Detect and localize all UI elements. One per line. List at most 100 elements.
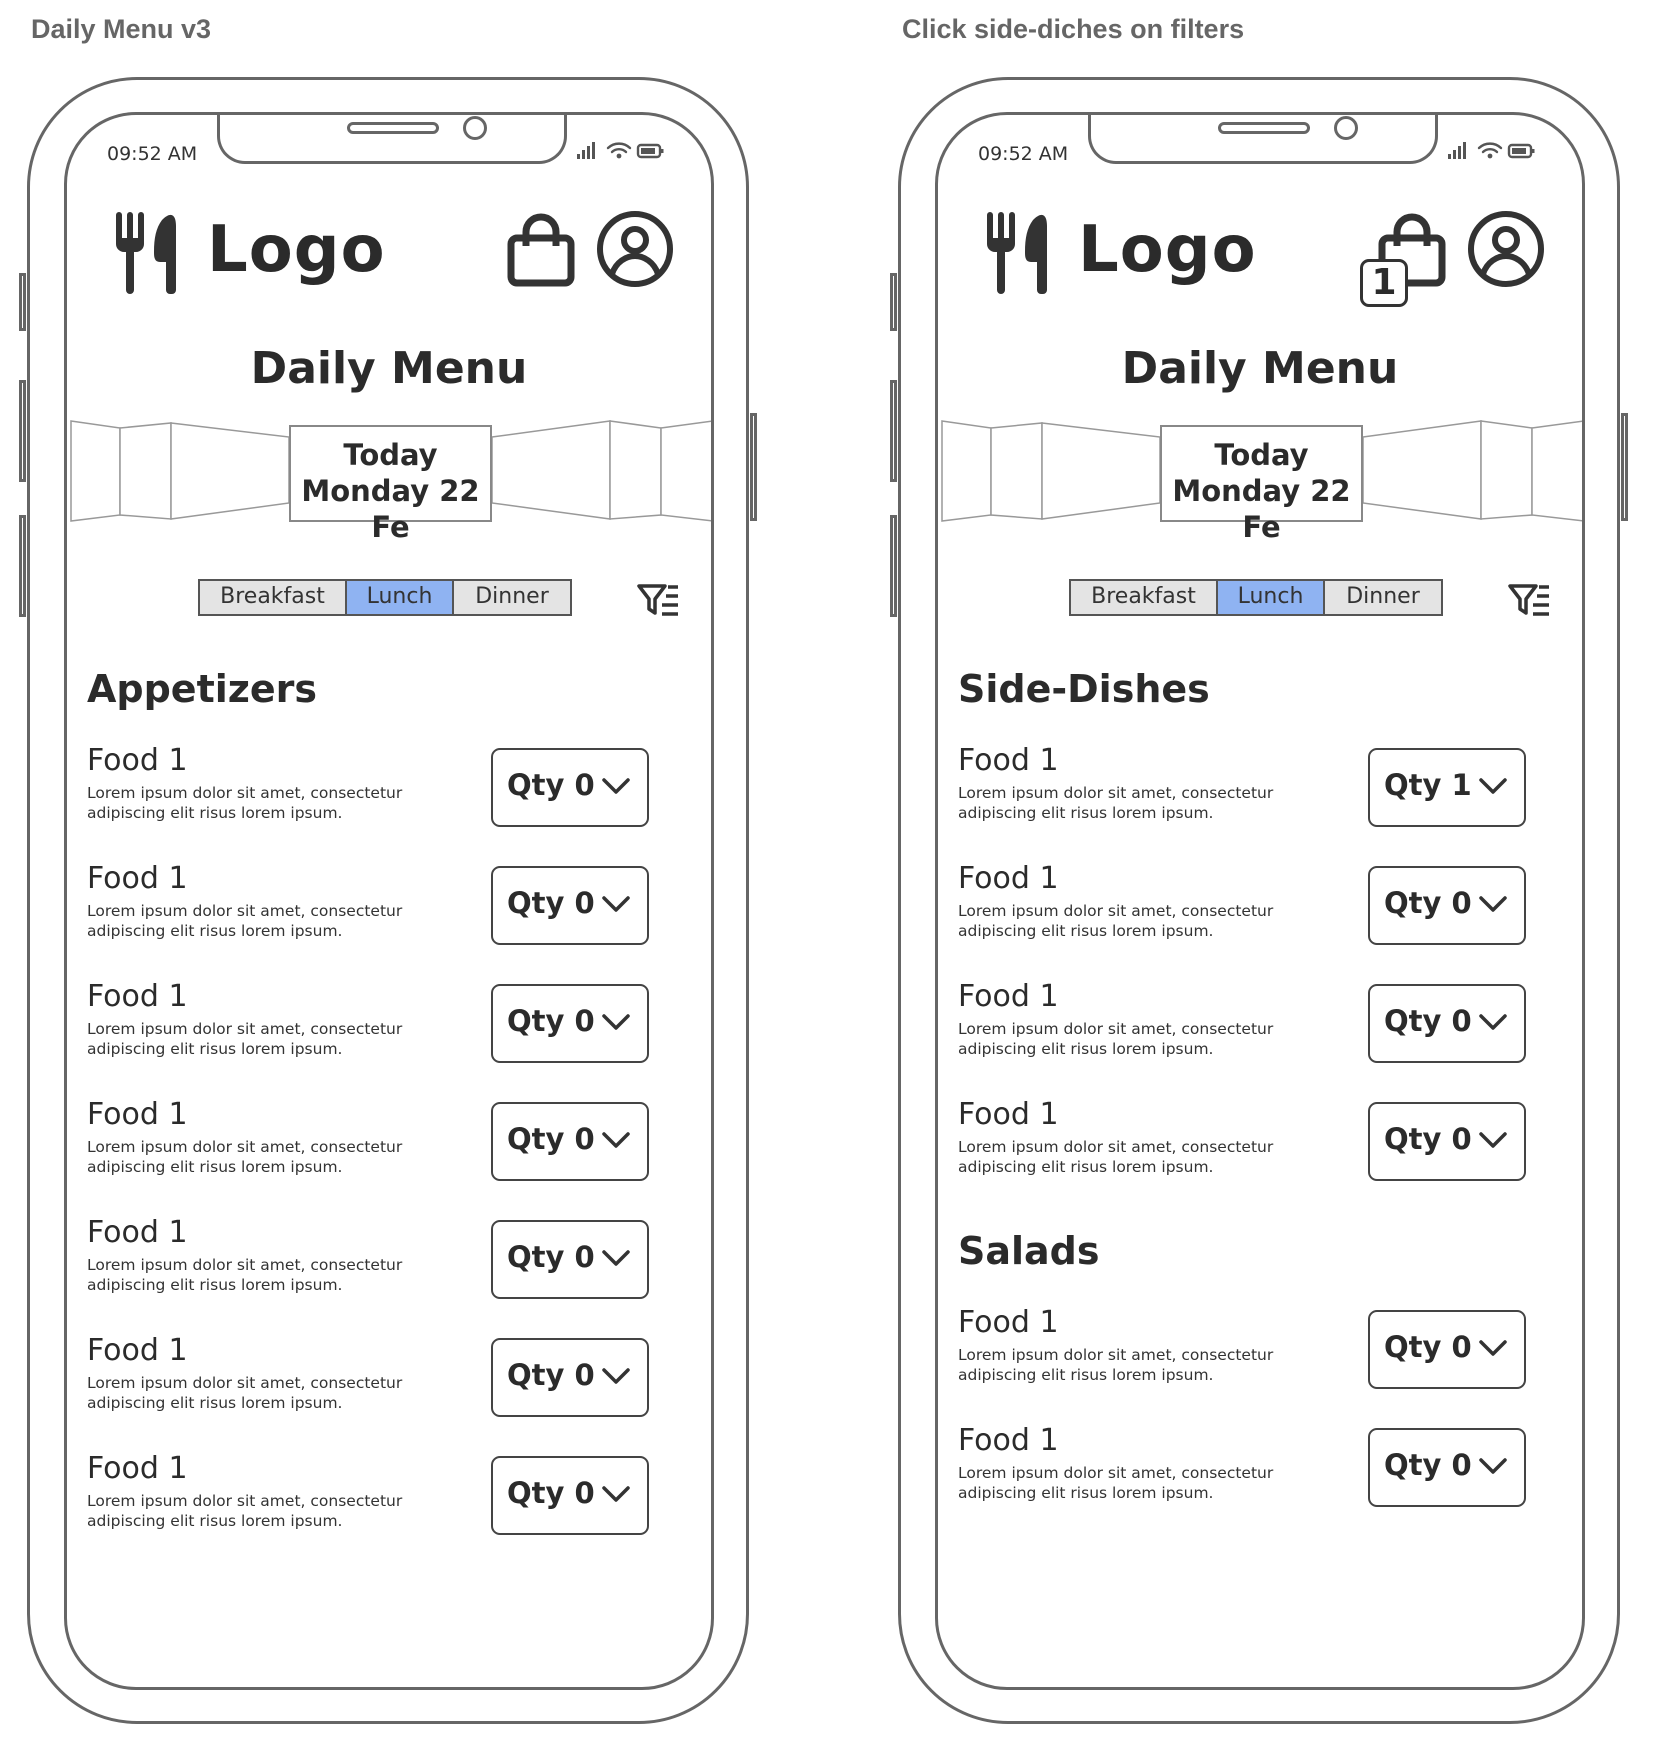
qty-value: Qty 1 [1384, 768, 1472, 802]
speaker-grille [1218, 122, 1310, 134]
meal-segmented-control: Breakfast Lunch Dinner [1069, 579, 1443, 616]
list-item: Food 1 Lorem ipsum dolor sit amet, consec… [87, 979, 677, 1071]
qty-value: Qty 0 [507, 1240, 595, 1274]
qty-value: Qty 0 [507, 1476, 595, 1510]
qty-dropdown[interactable]: Qty 1 [1368, 748, 1526, 827]
date-card-selected[interactable]: Today Monday 22 Fe [1160, 425, 1363, 544]
qty-dropdown[interactable]: Qty 0 [491, 1102, 649, 1181]
food-name: Food 1 [87, 743, 188, 778]
chevron-down-icon [601, 1366, 631, 1390]
logo[interactable]: Logo [1078, 213, 1257, 287]
chevron-down-icon [601, 776, 631, 800]
food-name: Food 1 [958, 861, 1059, 896]
qty-dropdown[interactable]: Qty 0 [491, 1456, 649, 1535]
qty-value: Qty 0 [507, 1004, 595, 1038]
date-value: Monday 22 Fe [301, 474, 480, 544]
filter-icon[interactable] [1507, 582, 1551, 622]
mute-switch [19, 273, 26, 331]
volume-down-button [19, 515, 26, 617]
qty-dropdown[interactable]: Qty 0 [491, 984, 649, 1063]
notch [1088, 115, 1438, 164]
date-card-selected[interactable]: Today Monday 22 Fe [289, 425, 492, 544]
food-name: Food 1 [87, 1333, 188, 1368]
qty-value: Qty 0 [1384, 886, 1472, 920]
food-description: Lorem ipsum dolor sit amet, consectetur … [87, 784, 403, 822]
food-name: Food 1 [87, 1215, 188, 1250]
user-icon[interactable] [596, 210, 674, 292]
date-value: Monday 22 Fe [1172, 474, 1351, 544]
qty-value: Qty 0 [507, 1358, 595, 1392]
qty-dropdown[interactable]: Qty 0 [491, 748, 649, 827]
qty-dropdown[interactable]: Qty 0 [491, 1220, 649, 1299]
food-description: Lorem ipsum dolor sit amet, consectetur … [958, 902, 1274, 940]
page-title: Daily Menu [1121, 343, 1399, 394]
filter-icon[interactable] [636, 582, 680, 622]
food-name: Food 1 [87, 861, 188, 896]
date-label: Today [343, 438, 438, 472]
qty-value: Qty 0 [1384, 1448, 1472, 1482]
status-icons [575, 139, 667, 165]
tab-dinner[interactable]: Dinner [1325, 581, 1441, 614]
qty-dropdown[interactable]: Qty 0 [1368, 1310, 1526, 1389]
food-name: Food 1 [958, 1423, 1059, 1458]
food-description: Lorem ipsum dolor sit amet, consectetur … [958, 1464, 1274, 1502]
qty-dropdown[interactable]: Qty 0 [491, 1338, 649, 1417]
qty-dropdown[interactable]: Qty 0 [1368, 866, 1526, 945]
tab-lunch[interactable]: Lunch [347, 581, 454, 614]
camera-icon [1334, 116, 1358, 140]
chevron-down-icon [601, 1484, 631, 1508]
phone-frame: 09:52 AM Logo 1 Daily Menu Today Monday 22 Fe… [890, 77, 1628, 1724]
cart-count-badge: 1 [1360, 259, 1408, 307]
chevron-down-icon [1478, 894, 1508, 918]
qty-value: Qty 0 [507, 768, 595, 802]
qty-value: Qty 0 [507, 886, 595, 920]
volume-up-button [890, 380, 897, 482]
list-item: Food 1 Lorem ipsum dolor sit amet, consec… [87, 1451, 677, 1543]
qty-dropdown[interactable]: Qty 0 [1368, 1102, 1526, 1181]
tab-dinner[interactable]: Dinner [454, 581, 570, 614]
tab-lunch[interactable]: Lunch [1218, 581, 1325, 614]
chevron-down-icon [1478, 1338, 1508, 1362]
logo[interactable]: Logo [207, 213, 386, 287]
status-icons [1446, 139, 1538, 165]
board-title: Daily Menu v3 [31, 14, 212, 44]
tab-breakfast[interactable]: Breakfast [1071, 581, 1218, 614]
chevron-down-icon [601, 1130, 631, 1154]
qty-value: Qty 0 [1384, 1122, 1472, 1156]
list-item: Food 1 Lorem ipsum dolor sit amet, consec… [87, 1333, 677, 1425]
qty-dropdown[interactable]: Qty 0 [1368, 984, 1526, 1063]
power-button [1621, 413, 1628, 521]
food-description: Lorem ipsum dolor sit amet, consectetur … [958, 1138, 1274, 1176]
notch [217, 115, 567, 164]
section-title: Appetizers [87, 667, 318, 711]
chevron-down-icon [1478, 776, 1508, 800]
list-item: Food 1 Lorem ipsum dolor sit amet, consec… [958, 1423, 1548, 1515]
food-description: Lorem ipsum dolor sit amet, consectetur … [87, 1020, 403, 1058]
signal-wifi-battery-icon [575, 142, 667, 165]
food-name: Food 1 [87, 1451, 188, 1486]
list-item: Food 1 Lorem ipsum dolor sit amet, consec… [87, 743, 677, 835]
qty-dropdown[interactable]: Qty 0 [1368, 1428, 1526, 1507]
chevron-down-icon [1478, 1456, 1508, 1480]
list-item: Food 1 Lorem ipsum dolor sit amet, consec… [87, 861, 677, 953]
food-description: Lorem ipsum dolor sit amet, consectetur … [87, 1492, 403, 1530]
list-item: Food 1 Lorem ipsum dolor sit amet, consec… [87, 1097, 677, 1189]
phone-screen: 09:52 AM Logo Daily Menu Today Monday 22 Fe B… [64, 112, 714, 1690]
status-time: 09:52 AM [107, 143, 198, 165]
food-description: Lorem ipsum dolor sit amet, consectetur … [958, 1346, 1274, 1384]
user-icon[interactable] [1467, 210, 1545, 292]
section-title: Side-Dishes [958, 667, 1210, 711]
board-title: Click side-diches on filters [902, 14, 1245, 44]
food-name: Food 1 [87, 979, 188, 1014]
tab-breakfast[interactable]: Breakfast [200, 581, 347, 614]
food-description: Lorem ipsum dolor sit amet, consectetur … [87, 902, 403, 940]
food-description: Lorem ipsum dolor sit amet, consectetur … [87, 1256, 403, 1294]
volume-down-button [890, 515, 897, 617]
qty-value: Qty 0 [1384, 1004, 1472, 1038]
page-title: Daily Menu [250, 343, 528, 394]
chevron-down-icon [601, 894, 631, 918]
shopping-bag-icon[interactable] [506, 210, 576, 292]
chevron-down-icon [1478, 1130, 1508, 1154]
list-item: Food 1 Lorem ipsum dolor sit amet, consec… [958, 861, 1548, 953]
qty-dropdown[interactable]: Qty 0 [491, 866, 649, 945]
